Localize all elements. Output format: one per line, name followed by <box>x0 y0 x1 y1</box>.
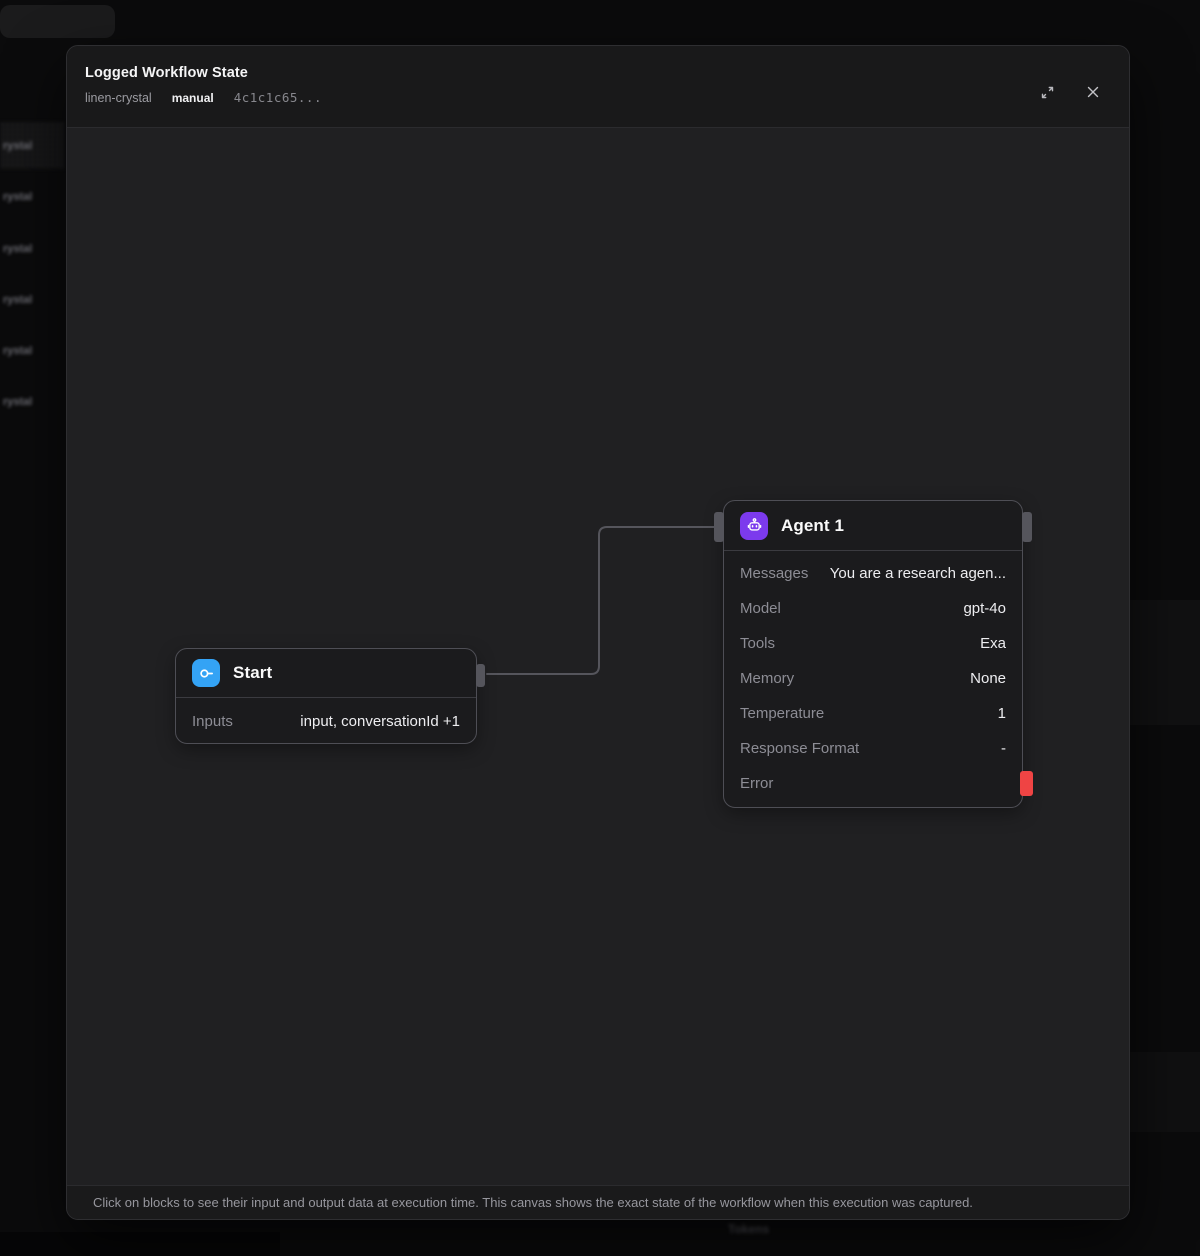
agent-block-body: Messages You are a research agen... Mode… <box>724 551 1022 801</box>
bot-icon <box>740 512 768 540</box>
agent-row-temperature: Temperature 1 <box>740 696 1006 731</box>
error-value-chip <box>1020 771 1033 796</box>
agent-block[interactable]: Agent 1 Messages You are a research agen… <box>723 500 1023 808</box>
logged-workflow-state-dialog: Logged Workflow State linen-crystal manu… <box>66 45 1130 1220</box>
start-output-handle[interactable] <box>476 664 485 687</box>
row-label: Tools <box>740 635 775 652</box>
row-value: Exa <box>980 635 1006 652</box>
start-row-inputs: Inputs input, conversationId +1 <box>192 698 460 744</box>
start-block-title: Start <box>233 663 272 683</box>
execution-id: 4c1c1c65... <box>234 90 322 105</box>
background-execution-list: rystal rystal rystal rystal rystal rysta… <box>0 110 64 440</box>
tokens-label: Tokens <box>728 1222 769 1236</box>
execution-list-item[interactable]: rystal <box>0 378 64 425</box>
execution-list-item[interactable]: rystal <box>0 327 64 374</box>
start-block-body: Inputs input, conversationId +1 <box>176 698 476 744</box>
dialog-actions <box>1035 80 1105 104</box>
background-strip <box>0 1232 280 1256</box>
canvas-hint-text: Click on blocks to see their input and o… <box>93 1195 973 1210</box>
close-icon[interactable] <box>1081 80 1105 104</box>
agent-block-title: Agent 1 <box>781 516 844 536</box>
agent-row-model: Model gpt-4o <box>740 591 1006 626</box>
dialog-title: Logged Workflow State <box>85 65 1105 81</box>
agent-row-messages: Messages You are a research agen... <box>740 556 1006 591</box>
dialog-header: Logged Workflow State linen-crystal manu… <box>67 46 1129 128</box>
expand-icon[interactable] <box>1035 80 1059 104</box>
dialog-meta-row: linen-crystal manual 4c1c1c65... <box>85 90 1105 105</box>
start-block[interactable]: Start Inputs input, conversationId +1 <box>175 648 477 744</box>
row-label: Response Format <box>740 740 859 757</box>
workflow-canvas[interactable]: Start Inputs input, conversationId +1 <box>67 128 1129 1185</box>
agent-input-handle[interactable] <box>714 512 724 542</box>
row-value: None <box>970 670 1006 687</box>
execution-list-item[interactable]: rystal <box>0 122 64 169</box>
row-value: - <box>1001 740 1006 757</box>
background-panel-fragment <box>1130 1052 1200 1132</box>
row-label: Memory <box>740 670 794 687</box>
agent-row-tools: Tools Exa <box>740 626 1006 661</box>
row-label: Messages <box>740 565 808 582</box>
workflow-name: linen-crystal <box>85 91 152 105</box>
row-label: Inputs <box>192 713 233 730</box>
row-label: Temperature <box>740 705 824 722</box>
agent-row-error: Error <box>740 766 1006 801</box>
background-toolbar-pill <box>0 5 115 38</box>
trigger-type-badge: manual <box>172 91 214 105</box>
row-value: gpt-4o <box>963 600 1006 617</box>
execution-list-item[interactable]: rystal <box>0 173 64 220</box>
agent-row-response-format: Response Format - <box>740 731 1006 766</box>
agent-output-handle[interactable] <box>1022 512 1032 542</box>
agent-block-header: Agent 1 <box>724 501 1022 551</box>
dialog-footer: Click on blocks to see their input and o… <box>67 1185 1129 1219</box>
background-panel-fragment <box>1130 600 1200 725</box>
row-value: input, conversationId +1 <box>300 713 460 730</box>
row-value: You are a research agen... <box>830 565 1006 582</box>
row-value: 1 <box>998 705 1006 722</box>
row-label: Model <box>740 600 781 617</box>
row-label: Error <box>740 775 773 792</box>
start-icon <box>192 659 220 687</box>
execution-list-item[interactable]: rystal <box>0 225 64 272</box>
execution-list-item[interactable]: rystal <box>0 276 64 323</box>
agent-row-memory: Memory None <box>740 661 1006 696</box>
start-block-header: Start <box>176 649 476 698</box>
